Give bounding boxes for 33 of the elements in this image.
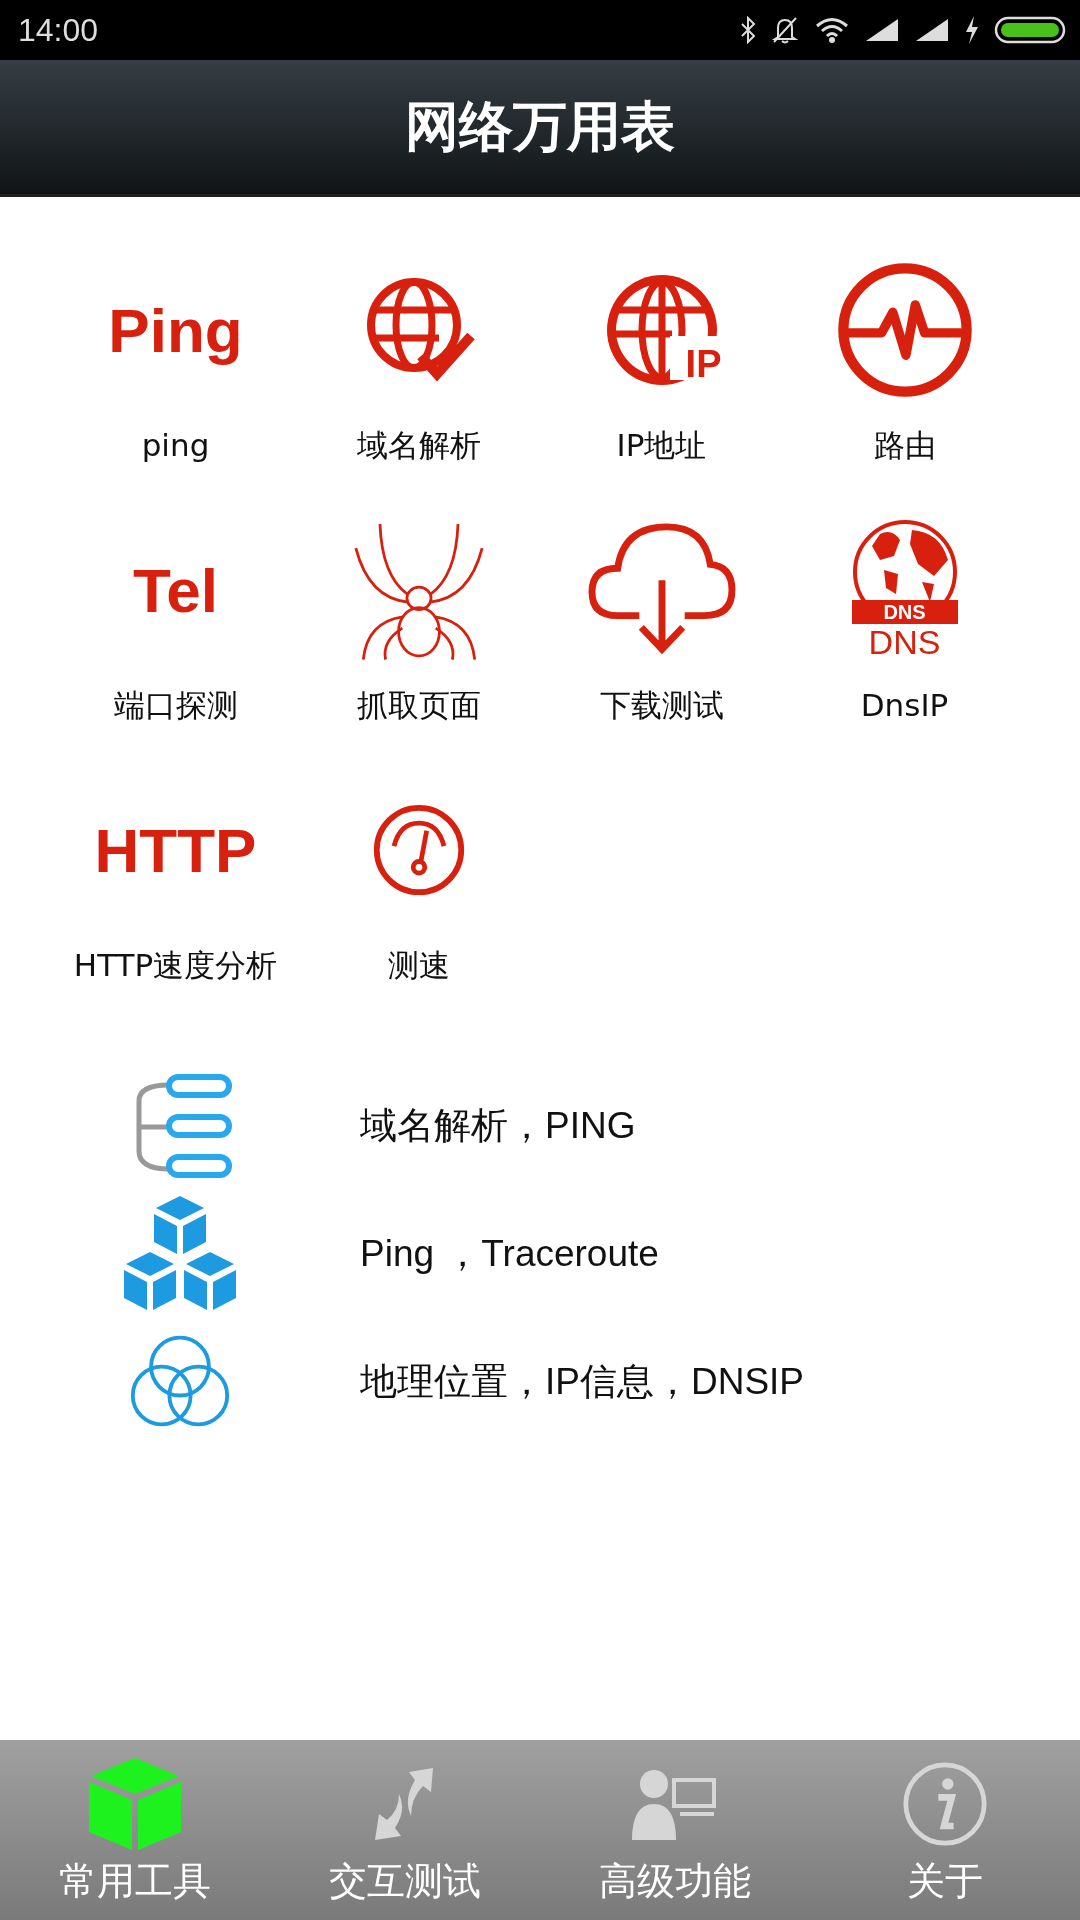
signal-icon bbox=[864, 17, 900, 43]
tool-button[interactable]: Ping ping bbox=[54, 207, 297, 467]
icon-text: IP bbox=[685, 345, 722, 383]
tool-button[interactable]: IP IP地址 bbox=[540, 207, 783, 467]
logo-text: HTTP bbox=[94, 814, 257, 886]
logo-text: Tel bbox=[133, 554, 218, 626]
bell-off-icon bbox=[770, 15, 800, 45]
icon-label: DNS bbox=[851, 600, 958, 624]
tab[interactable]: 交互测试 bbox=[270, 1740, 540, 1920]
tool-button[interactable]: 抓取页面 bbox=[297, 467, 540, 727]
charging-icon bbox=[964, 15, 980, 45]
tool-button[interactable]: DNS DNS DnsIP bbox=[783, 467, 1026, 727]
tab[interactable]: 关于 bbox=[810, 1740, 1080, 1920]
logo-text: Ping bbox=[108, 294, 243, 366]
tool-button[interactable]: 测速 bbox=[297, 727, 540, 987]
tab[interactable]: 常用工具 bbox=[0, 1740, 270, 1920]
tool-button[interactable]: Tel 端口探测 bbox=[54, 467, 297, 727]
wifi-icon bbox=[814, 16, 850, 44]
feature-text: 地理位置，IP信息，DNSIP bbox=[360, 1360, 805, 1404]
tool-button[interactable]: HTTP HTTP速度分析 bbox=[54, 727, 297, 987]
bluetooth-icon bbox=[740, 16, 756, 44]
feature-text: Ping ，Traceroute bbox=[360, 1232, 659, 1276]
clock-time: 14:00 bbox=[18, 11, 99, 49]
battery-icon bbox=[994, 15, 1066, 45]
signal-icon bbox=[914, 17, 950, 43]
tab[interactable]: 高级功能 bbox=[540, 1740, 810, 1920]
app-title: 网络万用表 bbox=[405, 93, 675, 160]
tool-button[interactable]: 域名解析 bbox=[297, 207, 540, 467]
info-icon bbox=[902, 1761, 988, 1847]
tool-button[interactable]: 下载测试 bbox=[540, 467, 783, 727]
tool-button[interactable]: 路由 bbox=[783, 207, 1026, 467]
icon-text: DNS bbox=[868, 624, 941, 660]
feature-text: 域名解析，PING bbox=[360, 1104, 636, 1148]
